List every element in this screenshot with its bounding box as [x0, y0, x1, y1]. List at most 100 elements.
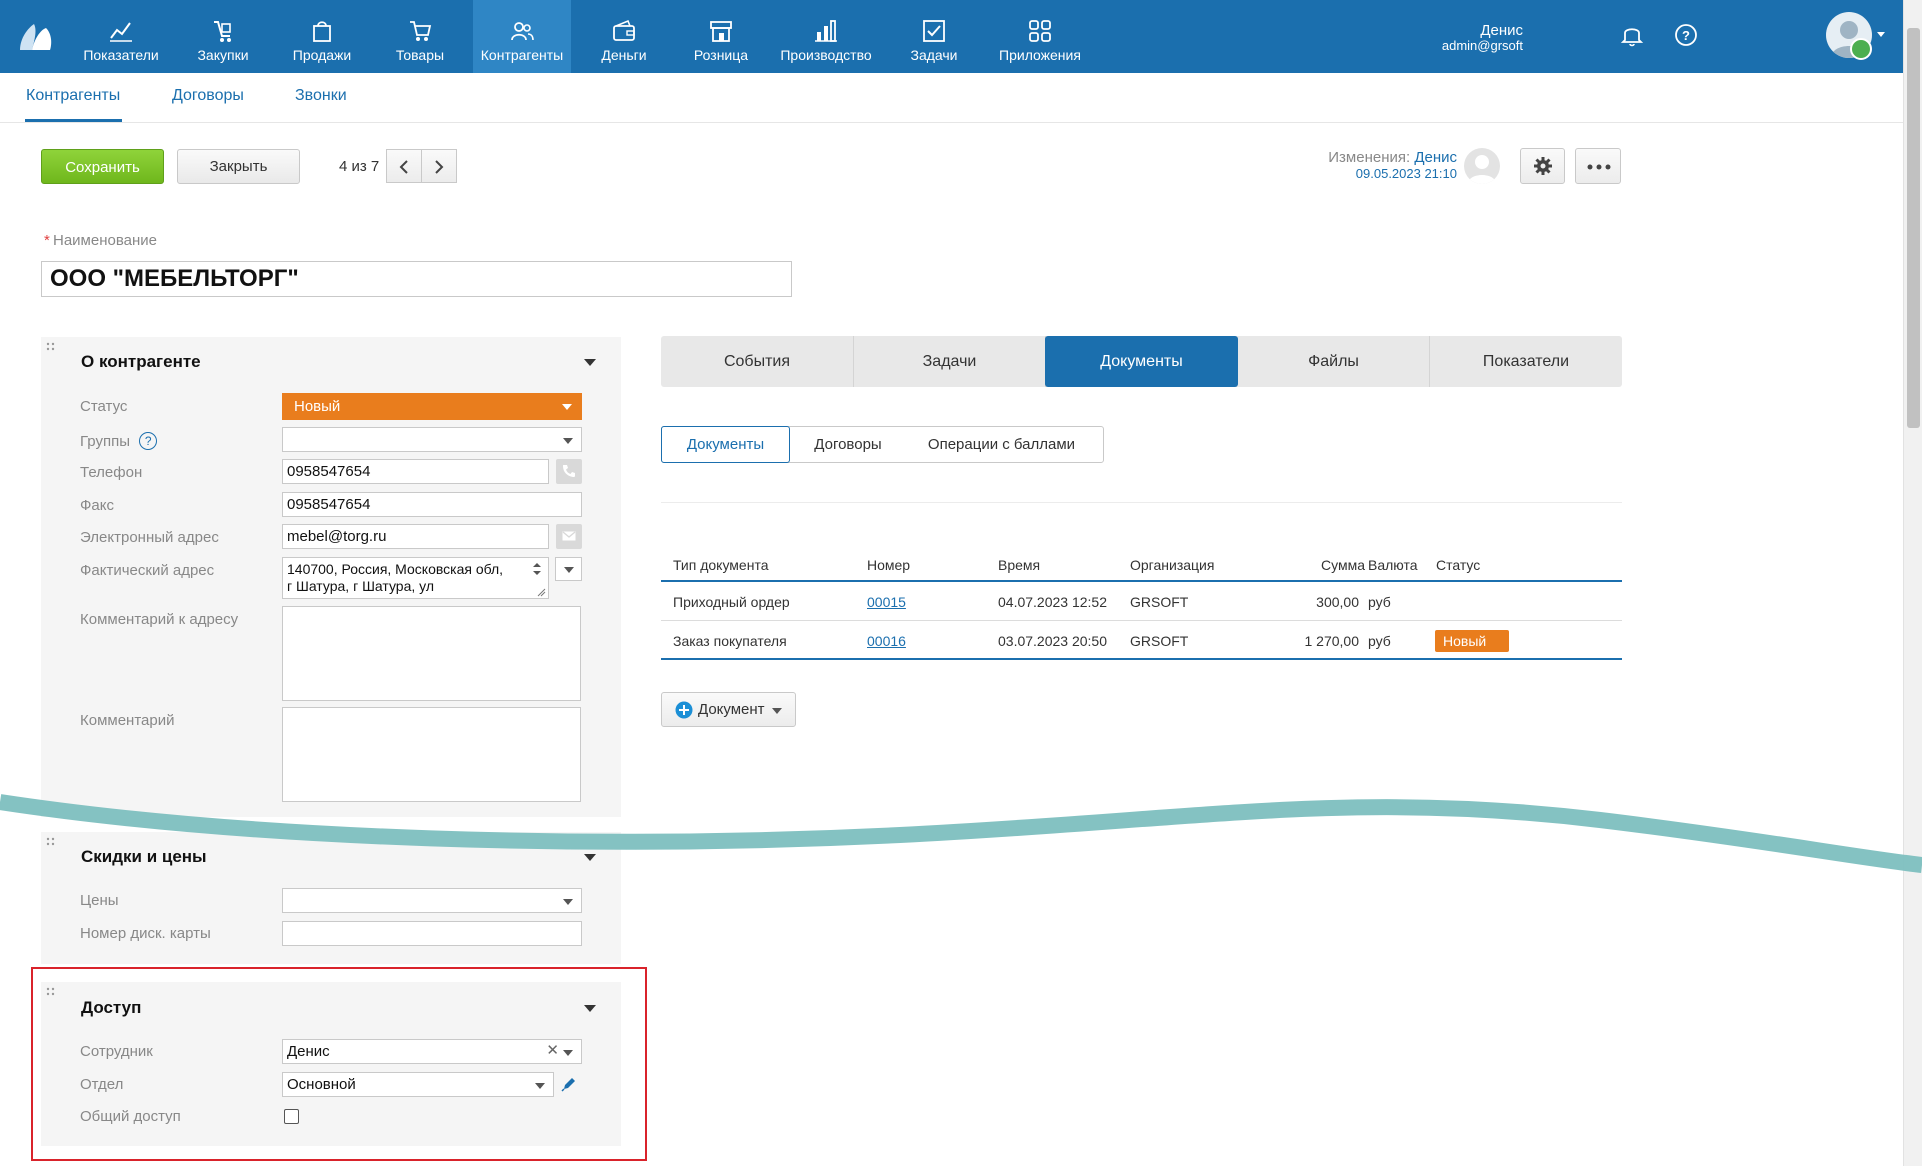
tab-indicators[interactable]: Показатели — [1430, 336, 1622, 387]
address-comment-textarea[interactable] — [282, 606, 581, 701]
nav-item-sales[interactable]: Продажи — [286, 0, 358, 73]
about-panel-title: О контрагенте — [81, 352, 201, 371]
comment-textarea[interactable] — [282, 707, 581, 802]
store-icon — [710, 21, 732, 42]
nav-item-label: Производство — [780, 47, 872, 63]
groups-select[interactable] — [282, 427, 582, 452]
column-header-number[interactable]: Номер — [867, 557, 910, 573]
spinner-arrows-icon[interactable] — [532, 562, 542, 576]
send-email-button[interactable] — [556, 524, 582, 549]
name-input[interactable]: ООО "МЕБЕЛЬТОРГ" — [41, 261, 792, 297]
nav-item-label: Продажи — [292, 47, 352, 63]
settings-button[interactable] — [1520, 148, 1565, 184]
top-navbar: Показатели Закупки Продажи Товары Контра… — [0, 0, 1903, 73]
subtab-doc-contracts[interactable]: Договоры — [798, 427, 898, 462]
nav-item-label: Деньги — [601, 47, 647, 63]
address-input[interactable]: 140700, Россия, Московская обл, г Шатура… — [282, 557, 549, 599]
help-icon[interactable]: ? — [1673, 22, 1699, 48]
more-actions-button[interactable] — [1575, 148, 1621, 184]
editor-avatar[interactable] — [1464, 148, 1500, 184]
column-header-currency[interactable]: Валюта — [1368, 557, 1418, 573]
nav-item-label: Контрагенты — [480, 47, 564, 63]
nav-item-production[interactable]: Производство — [778, 0, 874, 73]
dropdown-arrow-icon — [563, 899, 573, 905]
status-select[interactable]: Новый — [282, 393, 582, 420]
subtab-counterparties[interactable]: Контрагенты — [26, 87, 120, 105]
user-menu-caret-icon[interactable] — [1877, 32, 1885, 37]
tab-events[interactable]: События — [661, 336, 854, 387]
tab-files[interactable]: Файлы — [1238, 336, 1430, 387]
prices-select[interactable] — [282, 888, 582, 913]
help-icon[interactable]: ? — [139, 432, 158, 450]
resize-grip-icon[interactable] — [536, 587, 546, 597]
address-comment-label: Комментарий к адресу — [80, 611, 239, 628]
fax-label: Факс — [80, 497, 114, 514]
cell-currency: руб — [1368, 594, 1391, 610]
collapse-about-icon[interactable] — [584, 359, 596, 366]
cell-currency: руб — [1368, 633, 1391, 649]
page-scrollbar[interactable] — [1903, 0, 1922, 1166]
add-document-button[interactable]: Документ — [661, 692, 796, 727]
cell-number-link[interactable]: 00015 — [867, 594, 906, 610]
prices-label: Цены — [80, 892, 119, 909]
nav-item-goods[interactable]: Товары — [388, 0, 452, 73]
tab-documents[interactable]: Документы — [1045, 336, 1238, 387]
dropdown-arrow-icon — [564, 567, 574, 573]
scrollbar-thumb[interactable] — [1907, 28, 1920, 428]
name-label: Наименование — [53, 232, 157, 249]
subtab-bonus-operations[interactable]: Операции с баллами — [909, 427, 1094, 462]
call-button[interactable] — [556, 459, 582, 484]
pager-counter: 4 из 7 — [339, 158, 380, 175]
card-number-label: Номер диск. карты — [80, 925, 211, 942]
next-record-button[interactable] — [421, 149, 457, 183]
nav-item-money[interactable]: Деньги — [592, 0, 656, 73]
address-dropdown-button[interactable] — [555, 557, 582, 581]
column-header-organization[interactable]: Организация — [1130, 557, 1214, 573]
nav-item-label: Показатели — [83, 47, 159, 63]
groups-label-text: Группы — [80, 433, 130, 450]
address-line-2: г Шатура, г Шатура, ул — [287, 578, 434, 594]
changes-date: 09.05.2023 21:10 — [1355, 166, 1457, 181]
subtab-contracts[interactable]: Договоры — [172, 87, 244, 105]
close-button[interactable]: Закрыть — [177, 149, 300, 184]
fax-input[interactable]: 0958547654 — [282, 492, 582, 517]
user-email[interactable]: admin@grsoft — [1442, 38, 1523, 53]
nav-item-purchases[interactable]: Закупки — [190, 0, 256, 73]
section-divider — [661, 502, 1622, 503]
changes-user-link[interactable]: Денис — [1414, 149, 1457, 166]
save-button[interactable]: Сохранить — [41, 149, 164, 184]
gear-icon — [1534, 157, 1552, 175]
phone-label: Телефон — [80, 464, 143, 481]
cell-number-link[interactable]: 00016 — [867, 633, 906, 649]
nav-item-apps[interactable]: Приложения — [994, 0, 1086, 73]
nav-item-label: Приложения — [999, 47, 1081, 63]
column-header-type[interactable]: Тип документа — [673, 557, 769, 573]
more-dots-icon — [1587, 164, 1611, 170]
bag-icon — [313, 21, 331, 42]
column-header-sum[interactable]: Сумма — [1321, 557, 1365, 573]
nav-item-retail[interactable]: Розница — [686, 0, 756, 73]
subtab-calls[interactable]: Звонки — [295, 87, 347, 105]
drag-handle-icon[interactable] — [46, 342, 56, 352]
dropdown-arrow-icon — [562, 404, 572, 410]
app-logo[interactable] — [18, 20, 54, 52]
collapse-discounts-icon[interactable] — [584, 854, 596, 861]
column-header-status[interactable]: Статус — [1436, 557, 1480, 573]
tab-tasks[interactable]: Задачи — [854, 336, 1046, 387]
nav-item-counterparties[interactable]: Контрагенты — [473, 0, 571, 73]
column-header-time[interactable]: Время — [998, 557, 1040, 573]
chevron-left-icon — [399, 160, 408, 174]
phone-input[interactable]: 0958547654 — [282, 459, 549, 484]
dropdown-arrow-icon — [772, 708, 782, 714]
prev-record-button[interactable] — [386, 149, 422, 183]
drag-handle-icon[interactable] — [46, 837, 56, 847]
subtab-documents[interactable]: Документы — [661, 426, 790, 463]
user-silhouette-icon — [1468, 155, 1496, 184]
mail-icon — [562, 531, 576, 541]
nav-item-tasks[interactable]: Задачи — [903, 0, 965, 73]
nav-item-indicators[interactable]: Показатели — [80, 0, 162, 73]
email-input[interactable]: mebel@torg.ru — [282, 524, 549, 549]
card-number-input[interactable] — [282, 921, 582, 946]
user-name[interactable]: Денис — [1480, 22, 1523, 39]
bell-icon[interactable] — [1619, 22, 1645, 48]
